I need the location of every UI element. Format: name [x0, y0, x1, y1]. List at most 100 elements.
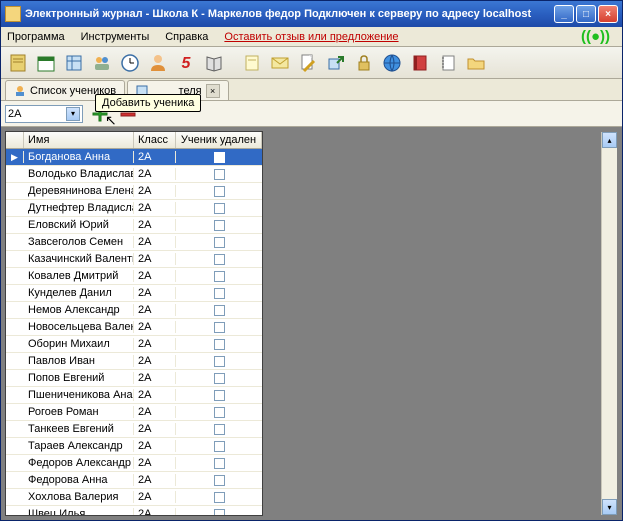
- cell-deleted[interactable]: [176, 169, 262, 180]
- checkbox-icon[interactable]: [214, 271, 225, 282]
- col-name[interactable]: Имя: [24, 132, 134, 148]
- browser-icon[interactable]: [379, 50, 405, 76]
- checkbox-icon[interactable]: [214, 322, 225, 333]
- cell-deleted[interactable]: [176, 475, 262, 486]
- tab-close-icon[interactable]: ×: [206, 84, 220, 98]
- menu-program[interactable]: Программа: [7, 31, 65, 43]
- checkbox-icon[interactable]: [214, 254, 225, 265]
- scroll-down-icon[interactable]: ▾: [602, 499, 617, 515]
- export-icon[interactable]: [323, 50, 349, 76]
- checkbox-icon[interactable]: [214, 186, 225, 197]
- checkbox-icon[interactable]: [214, 220, 225, 231]
- cell-deleted[interactable]: [176, 509, 262, 517]
- table-row[interactable]: Дутнефтер Владислав2А: [6, 200, 262, 217]
- cell-deleted[interactable]: [176, 203, 262, 214]
- schedule-icon[interactable]: [61, 50, 87, 76]
- table-row[interactable]: Новосельцева Валентина2А: [6, 319, 262, 336]
- close-button[interactable]: ×: [598, 5, 618, 23]
- table-row[interactable]: Оборин Михаил2А: [6, 336, 262, 353]
- spiral-notebook-icon[interactable]: [435, 50, 461, 76]
- cell-deleted[interactable]: [176, 424, 262, 435]
- table-row[interactable]: Еловский Юрий2А: [6, 217, 262, 234]
- clock-icon[interactable]: [117, 50, 143, 76]
- cell-deleted[interactable]: [176, 186, 262, 197]
- book-icon[interactable]: [201, 50, 227, 76]
- table-row[interactable]: Кунделев Данил2А: [6, 285, 262, 302]
- table-row[interactable]: Деревянинова Елена2А: [6, 183, 262, 200]
- checkbox-icon[interactable]: [214, 288, 225, 299]
- col-class[interactable]: Класс: [134, 132, 176, 148]
- cell-deleted[interactable]: [176, 441, 262, 452]
- checkbox-icon[interactable]: [214, 509, 225, 517]
- checkbox-icon[interactable]: [214, 441, 225, 452]
- menu-tools[interactable]: Инструменты: [81, 31, 150, 43]
- groups-icon[interactable]: [89, 50, 115, 76]
- folder-icon[interactable]: [463, 50, 489, 76]
- journal-icon[interactable]: [5, 50, 31, 76]
- cell-deleted[interactable]: [176, 492, 262, 503]
- class-select[interactable]: 2А ▾: [5, 105, 83, 123]
- titlebar[interactable]: Электронный журнал - Школа К - Маркелов …: [1, 1, 622, 27]
- table-row[interactable]: Володько Владислав2А: [6, 166, 262, 183]
- table-row[interactable]: Немов Александр2А: [6, 302, 262, 319]
- minimize-button[interactable]: _: [554, 5, 574, 23]
- doc-icon[interactable]: [295, 50, 321, 76]
- checkbox-icon[interactable]: [214, 458, 225, 469]
- checkbox-icon[interactable]: [214, 305, 225, 316]
- checkbox-icon[interactable]: [214, 203, 225, 214]
- cell-deleted[interactable]: [176, 288, 262, 299]
- cell-deleted[interactable]: [176, 339, 262, 350]
- table-row[interactable]: Казачинский Валентин2А: [6, 251, 262, 268]
- vertical-scrollbar[interactable]: ▴ ▾: [601, 132, 617, 515]
- table-row[interactable]: Павлов Иван2А: [6, 353, 262, 370]
- person-icon[interactable]: [145, 50, 171, 76]
- menu-help[interactable]: Справка: [165, 31, 208, 43]
- mail-icon[interactable]: [267, 50, 293, 76]
- feedback-link[interactable]: Оставить отзыв или предложение: [224, 31, 398, 43]
- table-row[interactable]: Рогоев Роман2А: [6, 404, 262, 421]
- cell-deleted[interactable]: [176, 254, 262, 265]
- students-grid[interactable]: Имя Класс Ученик удален ▶Богданова Анна2…: [5, 131, 263, 516]
- table-row[interactable]: Федоров Александр2А: [6, 455, 262, 472]
- cell-deleted[interactable]: [176, 237, 262, 248]
- checkbox-icon[interactable]: [214, 356, 225, 367]
- lock-icon[interactable]: [351, 50, 377, 76]
- maximize-button[interactable]: □: [576, 5, 596, 23]
- col-deleted[interactable]: Ученик удален: [176, 132, 262, 148]
- chevron-down-icon[interactable]: ▾: [66, 107, 80, 121]
- table-row[interactable]: Ковалев Дмитрий2А: [6, 268, 262, 285]
- scroll-up-icon[interactable]: ▴: [602, 132, 617, 148]
- checkbox-icon[interactable]: [214, 407, 225, 418]
- checkbox-icon[interactable]: [214, 424, 225, 435]
- checkbox-icon[interactable]: [214, 492, 225, 503]
- cell-deleted[interactable]: [176, 271, 262, 282]
- table-row[interactable]: Пшениченикова Анастасия2А: [6, 387, 262, 404]
- table-row[interactable]: Швец Илья2А: [6, 506, 262, 516]
- checkbox-icon[interactable]: [214, 152, 225, 163]
- table-row[interactable]: Завсеголов Семен2А: [6, 234, 262, 251]
- table-row[interactable]: ▶Богданова Анна2А: [6, 149, 262, 166]
- cell-deleted[interactable]: [176, 220, 262, 231]
- checkbox-icon[interactable]: [214, 475, 225, 486]
- table-row[interactable]: Федорова Анна2А: [6, 472, 262, 489]
- table-row[interactable]: Попов Евгений2А: [6, 370, 262, 387]
- checkbox-icon[interactable]: [214, 237, 225, 248]
- grade5-icon[interactable]: 5: [173, 50, 199, 76]
- cell-deleted[interactable]: [176, 305, 262, 316]
- checkbox-icon[interactable]: [214, 339, 225, 350]
- cell-deleted[interactable]: [176, 373, 262, 384]
- cell-deleted[interactable]: [176, 458, 262, 469]
- cell-deleted[interactable]: [176, 356, 262, 367]
- note-icon[interactable]: [239, 50, 265, 76]
- cell-deleted[interactable]: [176, 322, 262, 333]
- calendar-icon[interactable]: [33, 50, 59, 76]
- table-row[interactable]: Тараев Александр2А: [6, 438, 262, 455]
- checkbox-icon[interactable]: [214, 390, 225, 401]
- table-row[interactable]: Танкеев Евгений2А: [6, 421, 262, 438]
- row-selector-header[interactable]: [6, 132, 24, 148]
- checkbox-icon[interactable]: [214, 169, 225, 180]
- checkbox-icon[interactable]: [214, 373, 225, 384]
- table-row[interactable]: Хохлова Валерия2А: [6, 489, 262, 506]
- cell-deleted[interactable]: [176, 407, 262, 418]
- cell-deleted[interactable]: [176, 390, 262, 401]
